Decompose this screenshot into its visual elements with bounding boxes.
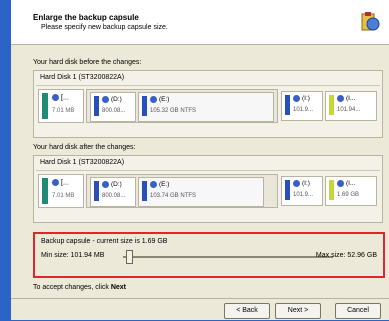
disk-title: Hard Disk 1 (ST3200822A) bbox=[40, 159, 125, 166]
partition-size: 105.32 GB NTFS bbox=[150, 108, 197, 114]
partition-label: (I:) bbox=[302, 95, 310, 103]
disk-icon bbox=[102, 181, 109, 188]
partition-label: [... bbox=[61, 94, 69, 102]
system-partition[interactable]: [... 7.01 MB bbox=[38, 89, 84, 123]
disk-icon bbox=[150, 181, 157, 188]
divider bbox=[36, 170, 380, 171]
partition-size: 1.69 GB bbox=[337, 192, 360, 198]
button-bar: < Back Next > Cancel bbox=[11, 298, 389, 321]
size-slider[interactable] bbox=[123, 256, 333, 258]
partition-e[interactable]: (E:) 103.74 GB NTFS bbox=[138, 177, 264, 207]
partition-label: (E:) bbox=[159, 96, 170, 104]
partition-label: (D:) bbox=[111, 96, 122, 104]
partition-label: (I... bbox=[346, 95, 356, 103]
backup-capsule-partition[interactable]: (I... 1.69 GB bbox=[325, 176, 377, 206]
wizard-icon bbox=[361, 12, 380, 31]
disk-icon bbox=[102, 96, 109, 103]
capsule-current-size: Backup capsule - current size is 1.69 GB bbox=[41, 238, 168, 245]
system-partition-bar bbox=[42, 178, 48, 204]
max-size-label: Max size: 52.96 GB bbox=[315, 252, 377, 259]
after-label: Your hard disk after the changes: bbox=[33, 144, 136, 151]
accept-hint: To accept changes, click Next bbox=[33, 284, 127, 291]
divider bbox=[36, 85, 380, 86]
system-partition[interactable]: [... 7.01 MB bbox=[38, 174, 84, 208]
partition-size: 7.01 MB bbox=[52, 193, 75, 199]
partition-size: 101.9... bbox=[293, 107, 314, 113]
partition-size: 7.01 MB bbox=[52, 108, 75, 114]
before-label: Your hard disk before the changes: bbox=[33, 59, 142, 66]
disk-icon bbox=[293, 95, 300, 102]
disk-map-before: Hard Disk 1 (ST3200822A) [... 7.01 MB (D… bbox=[33, 70, 383, 138]
size-slider-thumb[interactable] bbox=[126, 250, 134, 264]
partition-label: (I:) bbox=[302, 180, 310, 188]
disk-icon bbox=[337, 95, 344, 102]
partition-d[interactable]: (D:) 800.08... bbox=[90, 177, 136, 207]
partition-size: 103.74 GB NTFS bbox=[150, 193, 197, 199]
partition-group: (D:) 800.08... (E:) 103.74 GB NTFS bbox=[86, 174, 278, 208]
disk-icon bbox=[293, 180, 300, 187]
cancel-button[interactable]: Cancel bbox=[335, 303, 381, 319]
partition-label: (D:) bbox=[111, 181, 122, 189]
min-size-label: Min size: 101.94 MB bbox=[41, 252, 105, 259]
partition-row: [... 7.01 MB (D:) 800.08... (E:) 105.32 … bbox=[38, 89, 378, 123]
backup-capsule-partition[interactable]: (I... 101.94... bbox=[325, 91, 377, 121]
partition-size: 800.08... bbox=[102, 108, 126, 114]
page-title: Enlarge the backup capsule bbox=[33, 13, 139, 22]
page-subtitle: Please specify new backup capsule size. bbox=[41, 24, 168, 31]
partition-size: 101.94... bbox=[337, 107, 361, 113]
partition-size: 101.9... bbox=[293, 192, 314, 198]
partition-row: [... 7.01 MB (D:) 800.08... (E:) 103.74 … bbox=[38, 174, 378, 208]
partition-size: 800.08... bbox=[102, 193, 126, 199]
disk-map-after: Hard Disk 1 (ST3200822A) [... 7.01 MB (D… bbox=[33, 155, 383, 223]
wizard-window: Enlarge the backup capsule Please specif… bbox=[11, 0, 389, 320]
disk-icon bbox=[52, 179, 59, 186]
partition-i[interactable]: (I:) 101.9... bbox=[281, 176, 323, 206]
partition-e[interactable]: (E:) 105.32 GB NTFS bbox=[138, 92, 274, 122]
disk-icon bbox=[52, 94, 59, 101]
disk-icon bbox=[150, 96, 157, 103]
partition-i[interactable]: (I:) 101.9... bbox=[281, 91, 323, 121]
wizard-header: Enlarge the backup capsule Please specif… bbox=[11, 0, 389, 45]
partition-group: (D:) 800.08... (E:) 105.32 GB NTFS bbox=[86, 89, 278, 123]
partition-d[interactable]: (D:) 800.08... bbox=[90, 92, 136, 122]
partition-label: [... bbox=[61, 179, 69, 187]
system-partition-bar bbox=[42, 93, 48, 119]
partition-label: (E:) bbox=[159, 181, 170, 189]
disk-title: Hard Disk 1 (ST3200822A) bbox=[40, 74, 125, 81]
background-edge bbox=[0, 0, 11, 320]
capsule-size-box: Backup capsule - current size is 1.69 GB… bbox=[33, 232, 385, 278]
back-button[interactable]: < Back bbox=[224, 303, 270, 319]
next-button[interactable]: Next > bbox=[275, 303, 321, 319]
disk-icon bbox=[337, 180, 344, 187]
partition-label: (I... bbox=[346, 180, 356, 188]
